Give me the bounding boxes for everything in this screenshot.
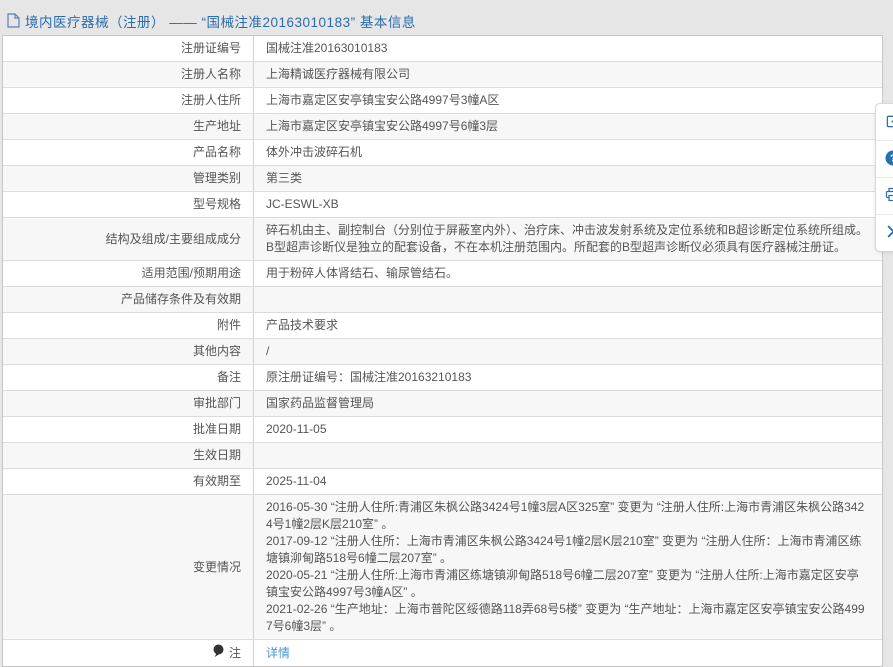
row-label: 结构及组成/主要组成成分 [3,218,254,260]
comment-balloon-icon [213,644,224,662]
row-value: 产品技术要求 [254,313,882,338]
change-entry: 2021-02-26 “生产地址：上海市普陀区绥德路118弄68号5楼” 变更为… [266,601,870,635]
row-value: / [254,339,882,364]
edit-button[interactable] [876,104,893,141]
row-label: 生效日期 [3,443,254,468]
table-row: 其他内容 / [3,339,882,365]
table-row: 结构及组成/主要组成成分 碎石机由主、副控制台（分别位于屏蔽室内外）、治疗床、冲… [3,218,882,261]
table-row: 注册人住所 上海市嘉定区安亭镇宝安公路4997号3幢A区 [3,88,882,114]
row-value: 上海精诚医疗器械有限公司 [254,62,882,87]
row-value: 2020-11-05 [254,417,882,442]
row-value: 碎石机由主、副控制台（分别位于屏蔽室内外）、治疗床、冲击波发射系统及定位系统和B… [254,218,882,260]
row-label: 产品名称 [3,140,254,165]
row-label: 注册人住所 [3,88,254,113]
row-label: 注册证编号 [3,36,254,61]
row-label: 产品储存条件及有效期 [3,287,254,312]
row-label: 附件 [3,313,254,338]
row-label: 管理类别 [3,166,254,191]
row-label: 备注 [3,365,254,390]
row-label: 生产地址 [3,114,254,139]
row-value: 原注册证编号：国械注准20163210183 [254,365,882,390]
document-icon [7,13,20,31]
table-row-note: 注 详情 [3,640,882,666]
row-label: 适用范围/预期用途 [3,261,254,286]
row-value: 体外冲击波碎石机 [254,140,882,165]
table-row: 型号规格 JC-ESWL-XB [3,192,882,218]
row-label: 型号规格 [3,192,254,217]
row-label-note: 注 [3,640,254,666]
table-row: 产品储存条件及有效期 [3,287,882,313]
table-row: 注册证编号 国械注准20163010183 [3,36,882,62]
row-value [254,443,882,468]
details-link[interactable]: 详情 [266,645,870,662]
table-row: 附件 产品技术要求 [3,313,882,339]
table-row: 适用范围/预期用途 用于粉碎人体肾结石、输尿管结石。 [3,261,882,287]
row-value: 国家药品监督管理局 [254,391,882,416]
note-label: 注 [229,645,241,662]
page-header: 境内医疗器械（注册） —— “国械注准20163010183” 基本信息 [0,0,893,33]
row-value: 用于粉碎人体肾结石、输尿管结石。 [254,261,882,286]
change-entry: 2016-05-30 “注册人住所:青浦区朱枫公路3424号1幢3层A区325室… [266,499,870,533]
row-value: 国械注准20163010183 [254,36,882,61]
row-value: 2025-11-04 [254,469,882,494]
row-label: 有效期至 [3,469,254,494]
table-row: 生效日期 [3,443,882,469]
row-value: 上海市嘉定区安亭镇宝安公路4997号6幢3层 [254,114,882,139]
table-row: 有效期至 2025-11-04 [3,469,882,495]
edit-icon [886,113,893,131]
table-row: 批准日期 2020-11-05 [3,417,882,443]
change-entry: 2017-09-12 “注册人住所：上海市青浦区朱枫公路3424号1幢2层K层2… [266,533,870,567]
table-row: 审批部门 国家药品监督管理局 [3,391,882,417]
help-button[interactable]: ? [876,141,893,178]
row-value: 上海市嘉定区安亭镇宝安公路4997号3幢A区 [254,88,882,113]
print-icon [885,187,893,205]
row-label: 其他内容 [3,339,254,364]
row-label: 审批部门 [3,391,254,416]
row-label: 注册人名称 [3,62,254,87]
table-row: 生产地址 上海市嘉定区安亭镇宝安公路4997号6幢3层 [3,114,882,140]
row-value-changes: 2016-05-30 “注册人住所:青浦区朱枫公路3424号1幢3层A区325室… [254,495,882,639]
row-value [254,287,882,312]
row-label: 批准日期 [3,417,254,442]
help-icon: ? [885,150,893,169]
table-row: 注册人名称 上海精诚医疗器械有限公司 [3,62,882,88]
table-row: 备注 原注册证编号：国械注准20163210183 [3,365,882,391]
row-label: 变更情况 [3,495,254,639]
row-value: JC-ESWL-XB [254,192,882,217]
row-value-note: 详情 [254,640,882,666]
page-title: 境内医疗器械（注册） —— “国械注准20163010183” 基本信息 [25,11,416,31]
table-row-changes: 变更情况 2016-05-30 “注册人住所:青浦区朱枫公路3424号1幢3层A… [3,495,882,640]
table-row: 产品名称 体外冲击波碎石机 [3,140,882,166]
registration-info-table: 注册证编号 国械注准20163010183 注册人名称 上海精诚医疗器械有限公司… [2,35,883,667]
row-value: 第三类 [254,166,882,191]
close-button[interactable] [876,215,893,251]
side-toolbar: ? [875,103,893,252]
print-button[interactable] [876,178,893,215]
close-icon [887,225,893,241]
table-row: 管理类别 第三类 [3,166,882,192]
change-entry: 2020-05-21 “注册人住所:上海市青浦区练塘镇泖甸路518号6幢二层20… [266,567,870,601]
